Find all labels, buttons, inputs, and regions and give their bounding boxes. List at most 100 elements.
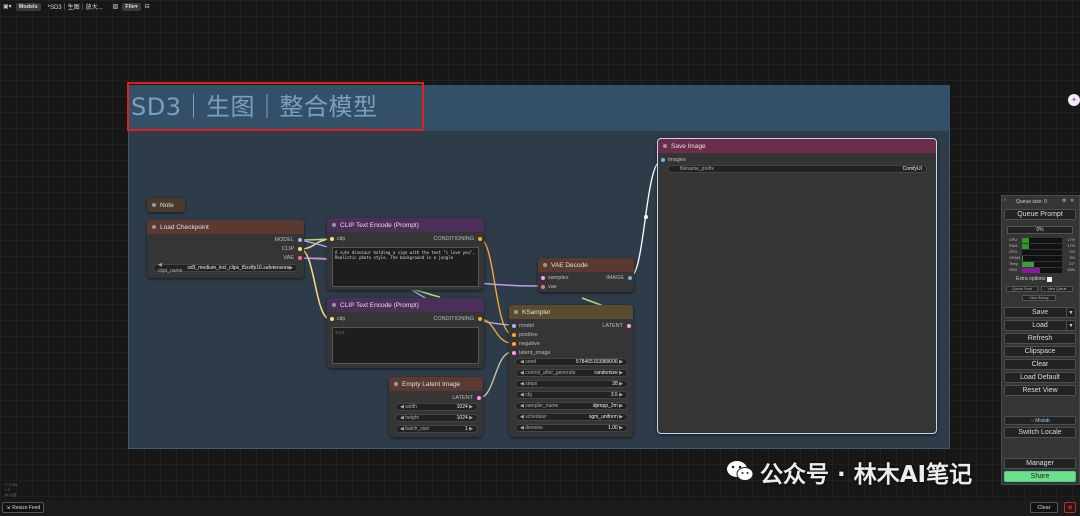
ksampler-widget-cfg[interactable]: ◀ cfg 3.5 ▶ xyxy=(515,391,628,399)
switch-locale-button[interactable]: Switch Locale xyxy=(1004,427,1076,438)
output-clip-dot[interactable] xyxy=(298,247,302,251)
stat-vram-bar xyxy=(1022,256,1062,261)
output-model-dot[interactable] xyxy=(298,238,302,242)
clip-pos-input: clip xyxy=(337,236,346,242)
clip-pos-output-dot[interactable] xyxy=(478,237,482,241)
stat-temp-bar xyxy=(1022,262,1062,267)
clip-pos-input-dot[interactable] xyxy=(330,237,334,241)
load-checkpoint-node[interactable]: Load Checkpoint MODEL CLIP VAE ◀ ckpt_na… xyxy=(147,220,304,278)
seed-label: seed xyxy=(525,359,537,365)
ksampler-widget-control[interactable]: ◀ control_after_generate randomize ▶ xyxy=(515,369,628,377)
view-history-button[interactable]: View History xyxy=(1022,295,1056,301)
ksampler-positive: positive xyxy=(519,332,538,338)
share-button[interactable]: Share xyxy=(1004,471,1076,482)
stat-hdd-bar xyxy=(1022,268,1062,273)
vae-decode-vae-dot[interactable] xyxy=(541,285,545,289)
latent-widget-height[interactable]: ◀ height 1024 ▶ xyxy=(395,414,478,422)
width-value: 1024 xyxy=(456,404,468,410)
resize-feed-button[interactable]: ⇲ Resize Feed xyxy=(2,502,45,513)
stat-cpu-label: CPU xyxy=(1009,238,1018,242)
save-image-input-dot[interactable] xyxy=(661,158,665,162)
clip-neg-input-dot[interactable] xyxy=(330,317,334,321)
stat-gpu-bar xyxy=(1022,250,1062,255)
vae-decode-samples-dot[interactable] xyxy=(541,276,545,280)
clear-button[interactable]: Clear xyxy=(1004,359,1076,370)
stat-cpu-bar xyxy=(1022,238,1062,243)
ksampler-title: KSampler xyxy=(509,305,633,319)
stat-hdd-label: HDD xyxy=(1009,268,1018,272)
denoise-value: 1.00 xyxy=(608,425,618,431)
sampler-value: dpmpp_2m xyxy=(592,403,618,409)
stat-ram: RAM 17% xyxy=(1009,244,1075,249)
save-dropdown-icon[interactable]: ▼ xyxy=(1066,308,1075,317)
latent-widget-width[interactable]: ◀ width 1024 ▶ xyxy=(395,403,478,411)
refresh-button[interactable]: Refresh xyxy=(1004,333,1076,344)
mixlab-label: Mixlab xyxy=(1035,417,1050,424)
clip-neg-title: CLIP Text Encode (Prompt) xyxy=(327,298,484,312)
drag-handle-icon[interactable]: ⠿ xyxy=(1004,198,1007,202)
clip-pos-output: CONDITIONING xyxy=(433,236,474,242)
stat-temp-label: Temp xyxy=(1009,262,1019,266)
load-default-button[interactable]: Load Default xyxy=(1004,372,1076,383)
ksampler-widget-steps[interactable]: ◀ steps 28 ▶ xyxy=(515,380,628,388)
steps-label: steps xyxy=(525,381,538,387)
note-title: Note xyxy=(147,198,185,212)
ksampler-widget-sampler[interactable]: ◀ sampler_name dpmpp_2m ▶ xyxy=(515,402,628,410)
batch-value: 1 xyxy=(464,426,468,432)
clip-pos-text[interactable]: A cute dinosaur holding a sign with the … xyxy=(332,247,479,287)
queue-size: Queue size: 0 xyxy=(1016,199,1047,205)
filename-prefix-field[interactable]: filename_prefix ComfyUI xyxy=(667,165,927,173)
mixlab-button[interactable]: ⇔ Mixlab xyxy=(1004,416,1076,425)
settings-icon[interactable]: ⚙ xyxy=(1062,198,1066,204)
load-checkpoint-title: Load Checkpoint xyxy=(147,220,304,234)
clip-text-encode-negative-node[interactable]: CLIP Text Encode (Prompt) clip CONDITION… xyxy=(327,298,484,368)
clip-neg-text[interactable]: text xyxy=(332,327,479,364)
output-vae: VAE xyxy=(283,255,294,261)
ckpt-name-combo[interactable]: ◀ ckpt_name sd3_medium_incl_clips_t5xxlf… xyxy=(153,262,298,274)
feed-clear-button[interactable]: Clear xyxy=(1030,502,1058,513)
save-image-node[interactable]: Save Image images filename_prefix ComfyU… xyxy=(657,138,937,434)
stat-vram-value: 3% xyxy=(1069,256,1076,260)
progress-bar: 0% xyxy=(1007,226,1073,234)
save-button[interactable]: Save ▼ xyxy=(1004,307,1076,318)
stat-gpu-value: 0% xyxy=(1069,250,1076,254)
output-vae-dot[interactable] xyxy=(298,256,302,260)
latent-widget-batch[interactable]: ◀ batch_size 1 ▶ xyxy=(395,425,478,433)
ksampler-output-dot[interactable] xyxy=(627,324,631,328)
extra-options-checkbox[interactable] xyxy=(1047,276,1053,282)
stat-gpu-label: GPU xyxy=(1009,250,1018,254)
close-icon[interactable]: ✕ xyxy=(1070,198,1074,204)
stat-vram-label: VRAM xyxy=(1009,256,1020,260)
load-button[interactable]: Load ▼ xyxy=(1004,320,1076,331)
clipspace-button[interactable]: Clipspace xyxy=(1004,346,1076,357)
ksampler-model-dot[interactable] xyxy=(512,324,516,328)
ksampler-widget-seed[interactable]: ◀ seed 578465153989006 ▶ xyxy=(515,358,628,366)
vae-decode-output: IMAGE xyxy=(606,275,624,281)
extra-options-row: Extra options xyxy=(1016,276,1053,282)
manager-button[interactable]: Manager xyxy=(1004,458,1076,469)
note-node[interactable]: Note xyxy=(147,198,185,212)
load-dropdown-icon[interactable]: ▼ xyxy=(1066,321,1075,330)
queue-front-button[interactable]: Queue Front xyxy=(1006,286,1038,292)
ksampler-positive-dot[interactable] xyxy=(512,333,516,337)
watermark-text: 公众号 · 林木AI笔记 xyxy=(760,462,973,488)
cfg-value: 3.5 xyxy=(610,392,618,398)
view-queue-button[interactable]: View Queue xyxy=(1041,286,1073,292)
reset-view-button[interactable]: Reset View xyxy=(1004,385,1076,396)
vae-decode-output-dot[interactable] xyxy=(628,276,632,280)
clip-text-encode-positive-node[interactable]: CLIP Text Encode (Prompt) clip CONDITION… xyxy=(327,218,484,290)
ksampler-negative-dot[interactable] xyxy=(512,342,516,346)
cfg-label: cfg xyxy=(525,392,532,398)
ksampler-widget-denoise[interactable]: ◀ denoise 1.00 ▶ xyxy=(515,424,628,432)
close-feed-icon[interactable]: ✕ xyxy=(1064,502,1076,513)
empty-latent-output-dot[interactable] xyxy=(477,396,481,400)
empty-latent-image-node[interactable]: Empty Latent Image LATENT ◀ width 1024 ▶ … xyxy=(389,377,483,437)
ksampler-latent-dot[interactable] xyxy=(512,351,516,355)
queue-prompt-button[interactable]: Queue Prompt xyxy=(1004,209,1076,220)
vae-decode-node[interactable]: VAE Decode samples vae IMAGE xyxy=(538,258,634,292)
clip-neg-input: clip xyxy=(337,316,346,322)
ksampler-node[interactable]: KSampler model positive negative latent_… xyxy=(509,305,633,437)
clip-neg-output-dot[interactable] xyxy=(478,317,482,321)
ksampler-widget-scheduler[interactable]: ◀ scheduler sgm_uniform ▶ xyxy=(515,413,628,421)
scheduler-value: sgm_uniform xyxy=(588,414,618,420)
